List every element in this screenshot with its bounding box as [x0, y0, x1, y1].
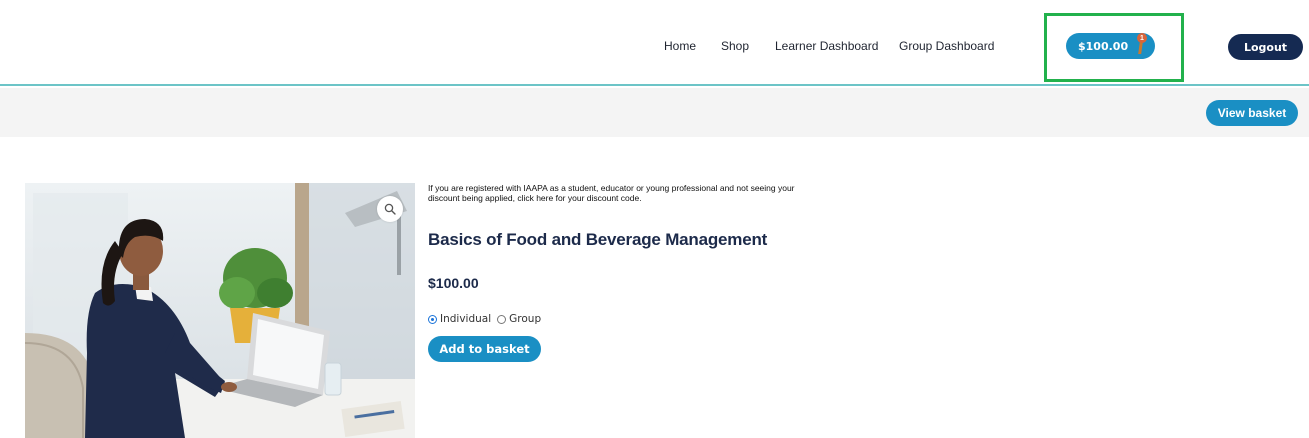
radio-individual[interactable] — [428, 314, 437, 324]
view-basket-button[interactable]: View basket — [1206, 100, 1298, 126]
basket-bar — [0, 88, 1309, 137]
magnifier-icon — [384, 203, 396, 215]
option-label-individual: Individual — [440, 313, 492, 325]
cart-total-label: $100.00 — [1078, 39, 1129, 53]
purchase-type-options: Individual Group — [428, 312, 547, 326]
nav-link-home[interactable]: Home — [664, 39, 696, 53]
product-title: Basics of Food and Beverage Management — [428, 230, 768, 249]
image-zoom-button[interactable] — [377, 196, 403, 222]
cart-count-badge: 1 — [1137, 33, 1147, 43]
product-price: $100.00 — [428, 275, 479, 291]
logout-button[interactable]: Logout — [1228, 34, 1303, 60]
discount-notice: If you are registered with IAAPA as a st… — [428, 183, 795, 203]
nav-link-group-dashboard[interactable]: Group Dashboard — [899, 39, 994, 53]
nav-link-learner-dashboard[interactable]: Learner Dashboard — [775, 39, 878, 53]
woman-at-laptop-illustration — [25, 183, 415, 438]
radio-group[interactable] — [497, 314, 507, 324]
nav-link-shop[interactable]: Shop — [721, 39, 749, 53]
product-image — [25, 183, 415, 438]
option-label-group: Group — [509, 313, 542, 325]
add-to-basket-button[interactable]: Add to basket — [428, 336, 541, 362]
